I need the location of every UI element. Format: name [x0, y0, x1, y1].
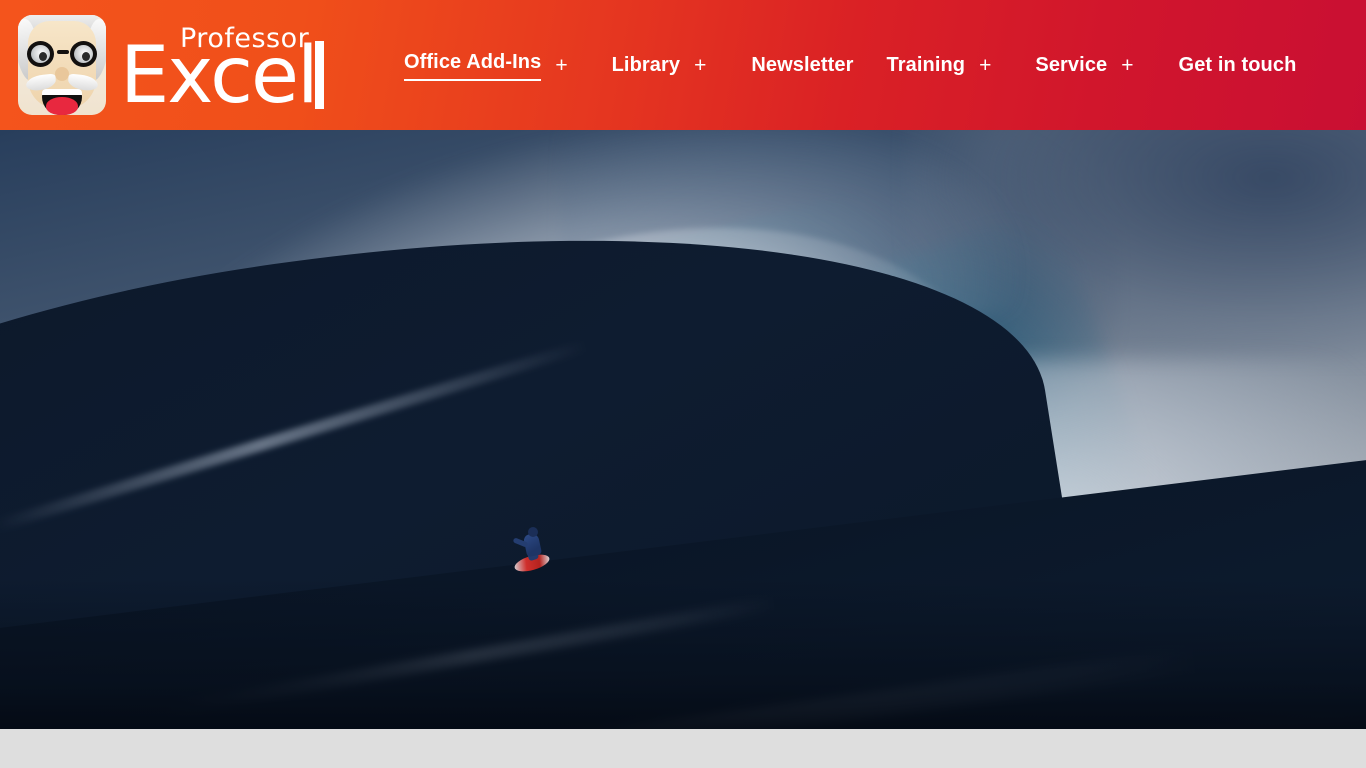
page-content-area — [0, 729, 1366, 768]
nose — [55, 67, 69, 81]
nav-link-office-add-ins[interactable]: Office Add-Ins — [404, 49, 542, 81]
professor-face-icon — [18, 15, 106, 115]
hero-bottom-shadow — [0, 579, 1366, 729]
brand-logo-link[interactable]: Professor Excel — [0, 0, 330, 130]
nav-expand-plus-icon-training[interactable]: + — [979, 55, 991, 76]
brand-wordmark: Professor Excel — [120, 19, 330, 115]
glasses-bridge — [57, 50, 69, 54]
glasses-icon — [24, 41, 100, 67]
nav-item-training[interactable]: Training + — [887, 0, 992, 130]
nav-link-get-in-touch[interactable]: Get in touch — [1179, 52, 1297, 79]
nav-link-service[interactable]: Service — [1035, 52, 1107, 79]
hero-banner — [0, 130, 1366, 729]
surfer-head — [528, 527, 538, 537]
nav-expand-plus-icon-office-add-ins[interactable]: + — [555, 55, 567, 76]
lens-right — [70, 41, 97, 67]
nav-link-library[interactable]: Library — [612, 52, 681, 79]
site-header: Professor Excel Office Add-Ins + Library… — [0, 0, 1366, 130]
nav-item-get-in-touch[interactable]: Get in touch — [1179, 0, 1297, 130]
nav-expand-plus-icon-library[interactable]: + — [694, 55, 706, 76]
brand-accent-bar — [315, 41, 324, 109]
nav-item-library[interactable]: Library + — [612, 0, 707, 130]
tongue — [46, 97, 78, 115]
nav-item-newsletter[interactable]: Newsletter — [751, 0, 853, 130]
main-navigation: Office Add-Ins + Library + Newsletter Tr… — [404, 0, 1296, 130]
nav-link-training[interactable]: Training — [887, 52, 966, 79]
surfer-icon — [512, 526, 552, 575]
nav-link-newsletter[interactable]: Newsletter — [751, 52, 853, 79]
hero-wave-image — [0, 130, 1366, 729]
nav-item-office-add-ins[interactable]: Office Add-Ins + — [404, 0, 568, 130]
brand-word-excel: Excel — [120, 31, 319, 121]
nav-expand-plus-icon-service[interactable]: + — [1121, 55, 1133, 76]
nav-item-service[interactable]: Service + — [1035, 0, 1133, 130]
lens-left — [27, 41, 54, 67]
teeth — [42, 89, 82, 95]
